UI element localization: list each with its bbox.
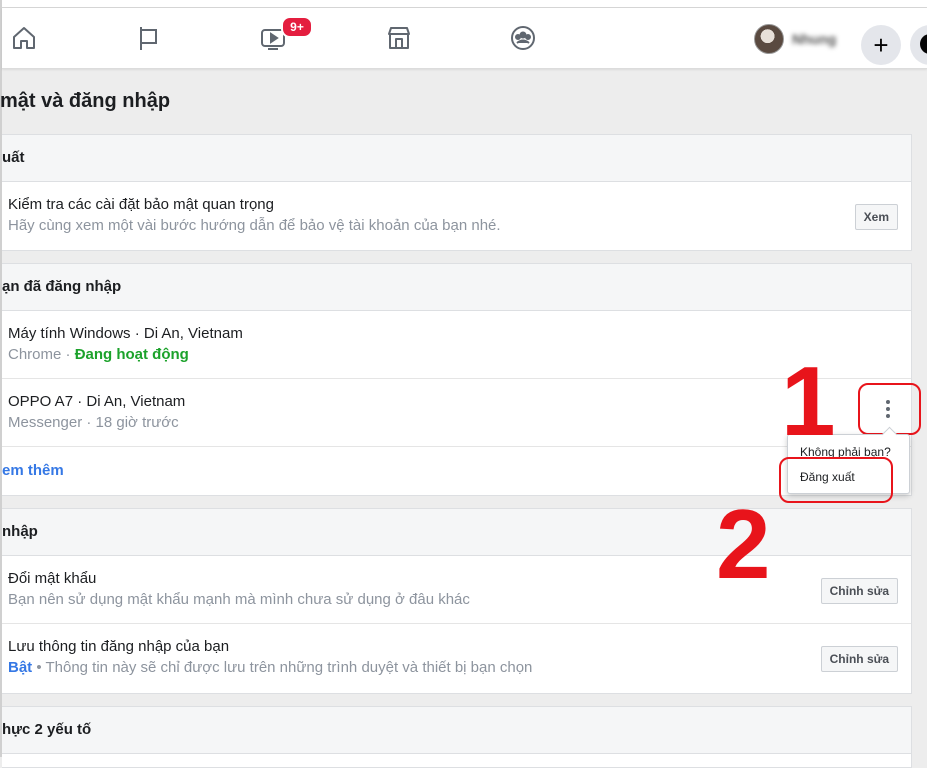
- where-logged-in-card: ạn đã đăng nhập Máy tính Windows · Di An…: [2, 263, 912, 496]
- row-subtitle-text: • Thông tin này sẽ chỉ được lưu trên nhữ…: [32, 659, 533, 676]
- session-row[interactable]: Máy tính Windows · Di An, Vietnam Chrome…: [2, 311, 911, 379]
- see-more-link[interactable]: em thêm: [2, 462, 64, 479]
- row-title: Đổi mật khẩu: [8, 570, 97, 587]
- security-checkup-card: uất Kiểm tra các cài đặt bảo mật quan tr…: [2, 134, 912, 251]
- page-title: mật và đăng nhập: [0, 90, 171, 112]
- groups-icon[interactable]: [507, 22, 539, 54]
- view-button[interactable]: Xem: [854, 204, 898, 230]
- window-top-edge: [0, 0, 927, 8]
- row-subtitle: Hãy cùng xem một vài bước hướng dẫn để b…: [8, 217, 501, 234]
- edit-password-button[interactable]: Chỉnh sửa: [820, 578, 898, 604]
- profile-button[interactable]: Nhung: [754, 24, 836, 54]
- video-notification-badge: 9+: [281, 16, 313, 38]
- section-header: hực 2 yếu tố: [2, 707, 911, 754]
- section-header: ạn đã đăng nhập: [2, 264, 911, 311]
- session-device: OPPO A7 · Di An, Vietnam: [8, 393, 186, 410]
- security-checkup-row[interactable]: Kiểm tra các cài đặt bảo mật quan trọng …: [2, 182, 911, 249]
- pages-flag-icon[interactable]: [132, 22, 164, 54]
- section-header: nhập: [2, 509, 911, 556]
- avatar: [754, 24, 784, 54]
- row-subtitle: Bạn nên sử dụng mật khẩu mạnh mà mình ch…: [8, 591, 470, 608]
- create-plus-button[interactable]: +: [861, 25, 901, 65]
- save-login-info-row[interactable]: Lưu thông tin đăng nhập của bạn Bật • Th…: [2, 624, 911, 692]
- marketplace-icon[interactable]: [383, 22, 415, 54]
- messenger-button[interactable]: [910, 25, 927, 65]
- session-app: Messenger · 18 giờ trước: [8, 414, 179, 431]
- highlight-box-step-2: [779, 457, 893, 503]
- see-more-row: em thêm: [2, 447, 911, 495]
- step-1-label: 1: [781, 346, 836, 456]
- status-on: Bật: [8, 659, 33, 676]
- session-app-name: Chrome ·: [8, 346, 75, 363]
- row-title: Kiểm tra các cài đặt bảo mật quan trọng: [8, 196, 274, 213]
- step-2-label: 2: [716, 489, 771, 599]
- section-header: uất: [2, 135, 911, 182]
- session-device: Máy tính Windows · Di An, Vietnam: [8, 325, 243, 342]
- profile-name: Nhung: [792, 31, 837, 47]
- row-title: Lưu thông tin đăng nhập của bạn: [8, 638, 230, 655]
- two-factor-card: hực 2 yếu tố: [2, 706, 912, 768]
- messenger-icon: [920, 34, 927, 54]
- row-subtitle: Bật • Thông tin này sẽ chỉ được lưu trên…: [8, 659, 532, 676]
- login-card: nhập Đổi mật khẩu Bạn nên sử dụng mật kh…: [2, 508, 912, 694]
- edit-save-login-button[interactable]: Chỉnh sửa: [820, 646, 898, 672]
- change-password-row[interactable]: Đổi mật khẩu Bạn nên sử dụng mật khẩu mạ…: [2, 556, 911, 624]
- session-app: Chrome · Đang hoạt động: [8, 346, 189, 363]
- active-status: Đang hoạt động: [74, 346, 189, 363]
- top-navigation-bar: 9+ Nhung +: [2, 8, 927, 69]
- session-row[interactable]: OPPO A7 · Di An, Vietnam Messenger · 18 …: [2, 379, 911, 447]
- home-icon[interactable]: [8, 22, 40, 54]
